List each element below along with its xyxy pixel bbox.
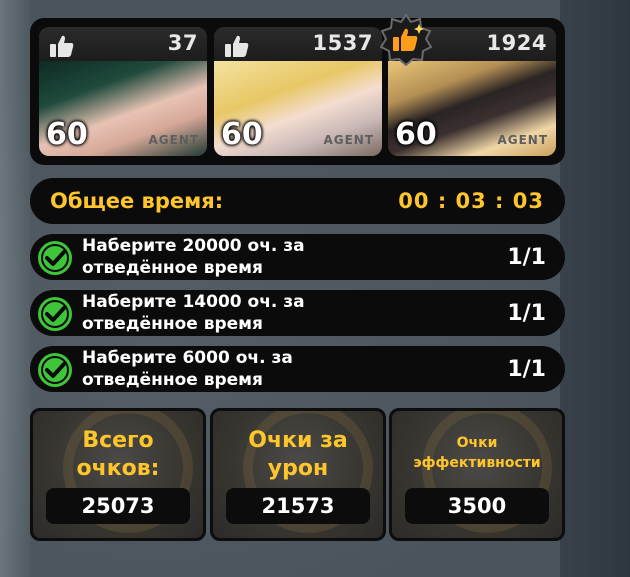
agent-level: 60 — [395, 117, 437, 152]
task-description: Наберите 20000 оч. за отведённое время — [82, 235, 422, 279]
task-row: Наберите 14000 оч. за отведённое время 1… — [30, 290, 565, 336]
task-row: Наберите 6000 оч. за отведённое время 1/… — [30, 346, 565, 392]
score-value-box: 25073 — [46, 488, 190, 524]
efficiency-score-panel: Очки эффективности 3500 — [389, 408, 565, 541]
panel-label: Очки за урон — [213, 427, 383, 483]
total-score-value: 25073 — [81, 494, 155, 518]
panel-label-line-2: эффективности — [413, 455, 541, 471]
checkmark-icon — [38, 241, 72, 275]
efficiency-score-value: 3500 — [447, 494, 507, 518]
agent-level: 60 — [46, 117, 88, 152]
damage-score-value: 21573 — [261, 494, 335, 518]
task-line-1: Наберите 6000 оч. за — [82, 348, 293, 368]
team-panel: 37 60 AGENT 1537 60 AGENT 1924 60 AGENT — [30, 18, 565, 165]
score-value-box: 21573 — [226, 488, 370, 524]
total-score-panel: Всего очков: 25073 — [30, 408, 206, 541]
agent-tag: AGENT — [148, 133, 199, 147]
panel-label: Очки эффективности — [392, 433, 562, 473]
checkmark-icon — [38, 353, 72, 387]
mvp-badge-icon — [380, 14, 432, 66]
task-description: Наберите 14000 оч. за отведённое время — [82, 291, 422, 335]
task-description: Наберите 6000 оч. за отведённое время — [82, 347, 422, 391]
agent-card-1[interactable]: 37 60 AGENT — [39, 27, 207, 156]
total-time-bar: Общее время: 00 : 03 : 03 — [30, 178, 565, 224]
total-time-value: 00 : 03 : 03 — [398, 189, 544, 213]
agent-tag: AGENT — [323, 133, 374, 147]
checkmark-icon — [38, 297, 72, 331]
task-line-2: отведённое время — [82, 314, 263, 334]
damage-score-panel: Очки за урон 21573 — [210, 408, 386, 541]
task-line-1: Наберите 20000 оч. за — [82, 236, 305, 256]
task-line-2: отведённое время — [82, 258, 263, 278]
task-row: Наберите 20000 оч. за отведённое время 1… — [30, 234, 565, 280]
panel-label-line-2: очков: — [76, 456, 160, 481]
task-progress: 1/1 — [507, 301, 546, 326]
agent-card-2[interactable]: 1537 60 AGENT — [214, 27, 382, 156]
task-progress: 1/1 — [507, 357, 546, 382]
thumbs-up-icon — [50, 35, 74, 57]
panel-label: Всего очков: — [33, 427, 203, 483]
agent-tag: AGENT — [497, 133, 548, 147]
total-time-label: Общее время: — [50, 189, 224, 213]
panel-label-line-2: урон — [267, 456, 329, 481]
likes-count: 1924 — [486, 31, 547, 55]
likes-count: 37 — [167, 31, 198, 55]
task-progress: 1/1 — [507, 245, 546, 270]
panel-label-line-1: Очки — [456, 435, 498, 451]
likes-count: 1537 — [312, 31, 373, 55]
panel-label-line-1: Очки за — [248, 428, 348, 453]
task-line-2: отведённое время — [82, 370, 263, 390]
panel-label-line-1: Всего — [82, 428, 154, 453]
score-value-box: 3500 — [405, 488, 549, 524]
agent-level: 60 — [221, 117, 263, 152]
thumbs-up-icon — [225, 35, 249, 57]
task-line-1: Наберите 14000 оч. за — [82, 292, 305, 312]
